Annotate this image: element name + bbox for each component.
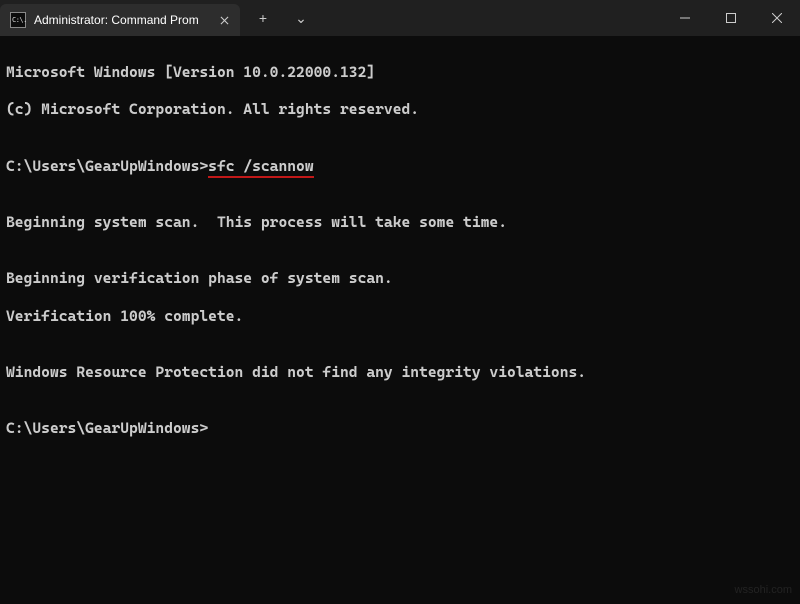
output-result: Windows Resource Protection did not find…	[6, 363, 794, 382]
output-verify-begin: Beginning verification phase of system s…	[6, 269, 794, 288]
tab-title: Administrator: Command Prom	[34, 13, 208, 27]
output-verify-done: Verification 100% complete.	[6, 307, 794, 326]
prompt-path: C:\Users\GearUpWindows>	[6, 157, 208, 175]
titlebar-drag-area[interactable]	[318, 0, 662, 36]
close-button[interactable]	[754, 0, 800, 36]
window-controls	[662, 0, 800, 36]
typed-command: sfc /scannow	[208, 157, 313, 178]
new-tab-button[interactable]: +	[246, 2, 280, 34]
tab-close-button[interactable]	[216, 12, 232, 28]
prompt-line-2: C:\Users\GearUpWindows>	[6, 419, 794, 438]
terminal-output[interactable]: Microsoft Windows [Version 10.0.22000.13…	[0, 36, 800, 604]
output-copyright: (c) Microsoft Corporation. All rights re…	[6, 100, 794, 119]
tab-cmd[interactable]: C:\. Administrator: Command Prom	[0, 4, 240, 36]
tab-dropdown-button[interactable]: ⌄	[284, 2, 318, 34]
cmd-icon: C:\.	[10, 12, 26, 28]
watermark: wssohi.com	[735, 584, 792, 598]
maximize-button[interactable]	[708, 0, 754, 36]
minimize-button[interactable]	[662, 0, 708, 36]
output-version: Microsoft Windows [Version 10.0.22000.13…	[6, 63, 794, 82]
tab-actions: + ⌄	[240, 0, 318, 36]
titlebar: C:\. Administrator: Command Prom + ⌄	[0, 0, 800, 36]
prompt-line-1: C:\Users\GearUpWindows>sfc /scannow	[6, 157, 794, 176]
output-scan-begin: Beginning system scan. This process will…	[6, 213, 794, 232]
